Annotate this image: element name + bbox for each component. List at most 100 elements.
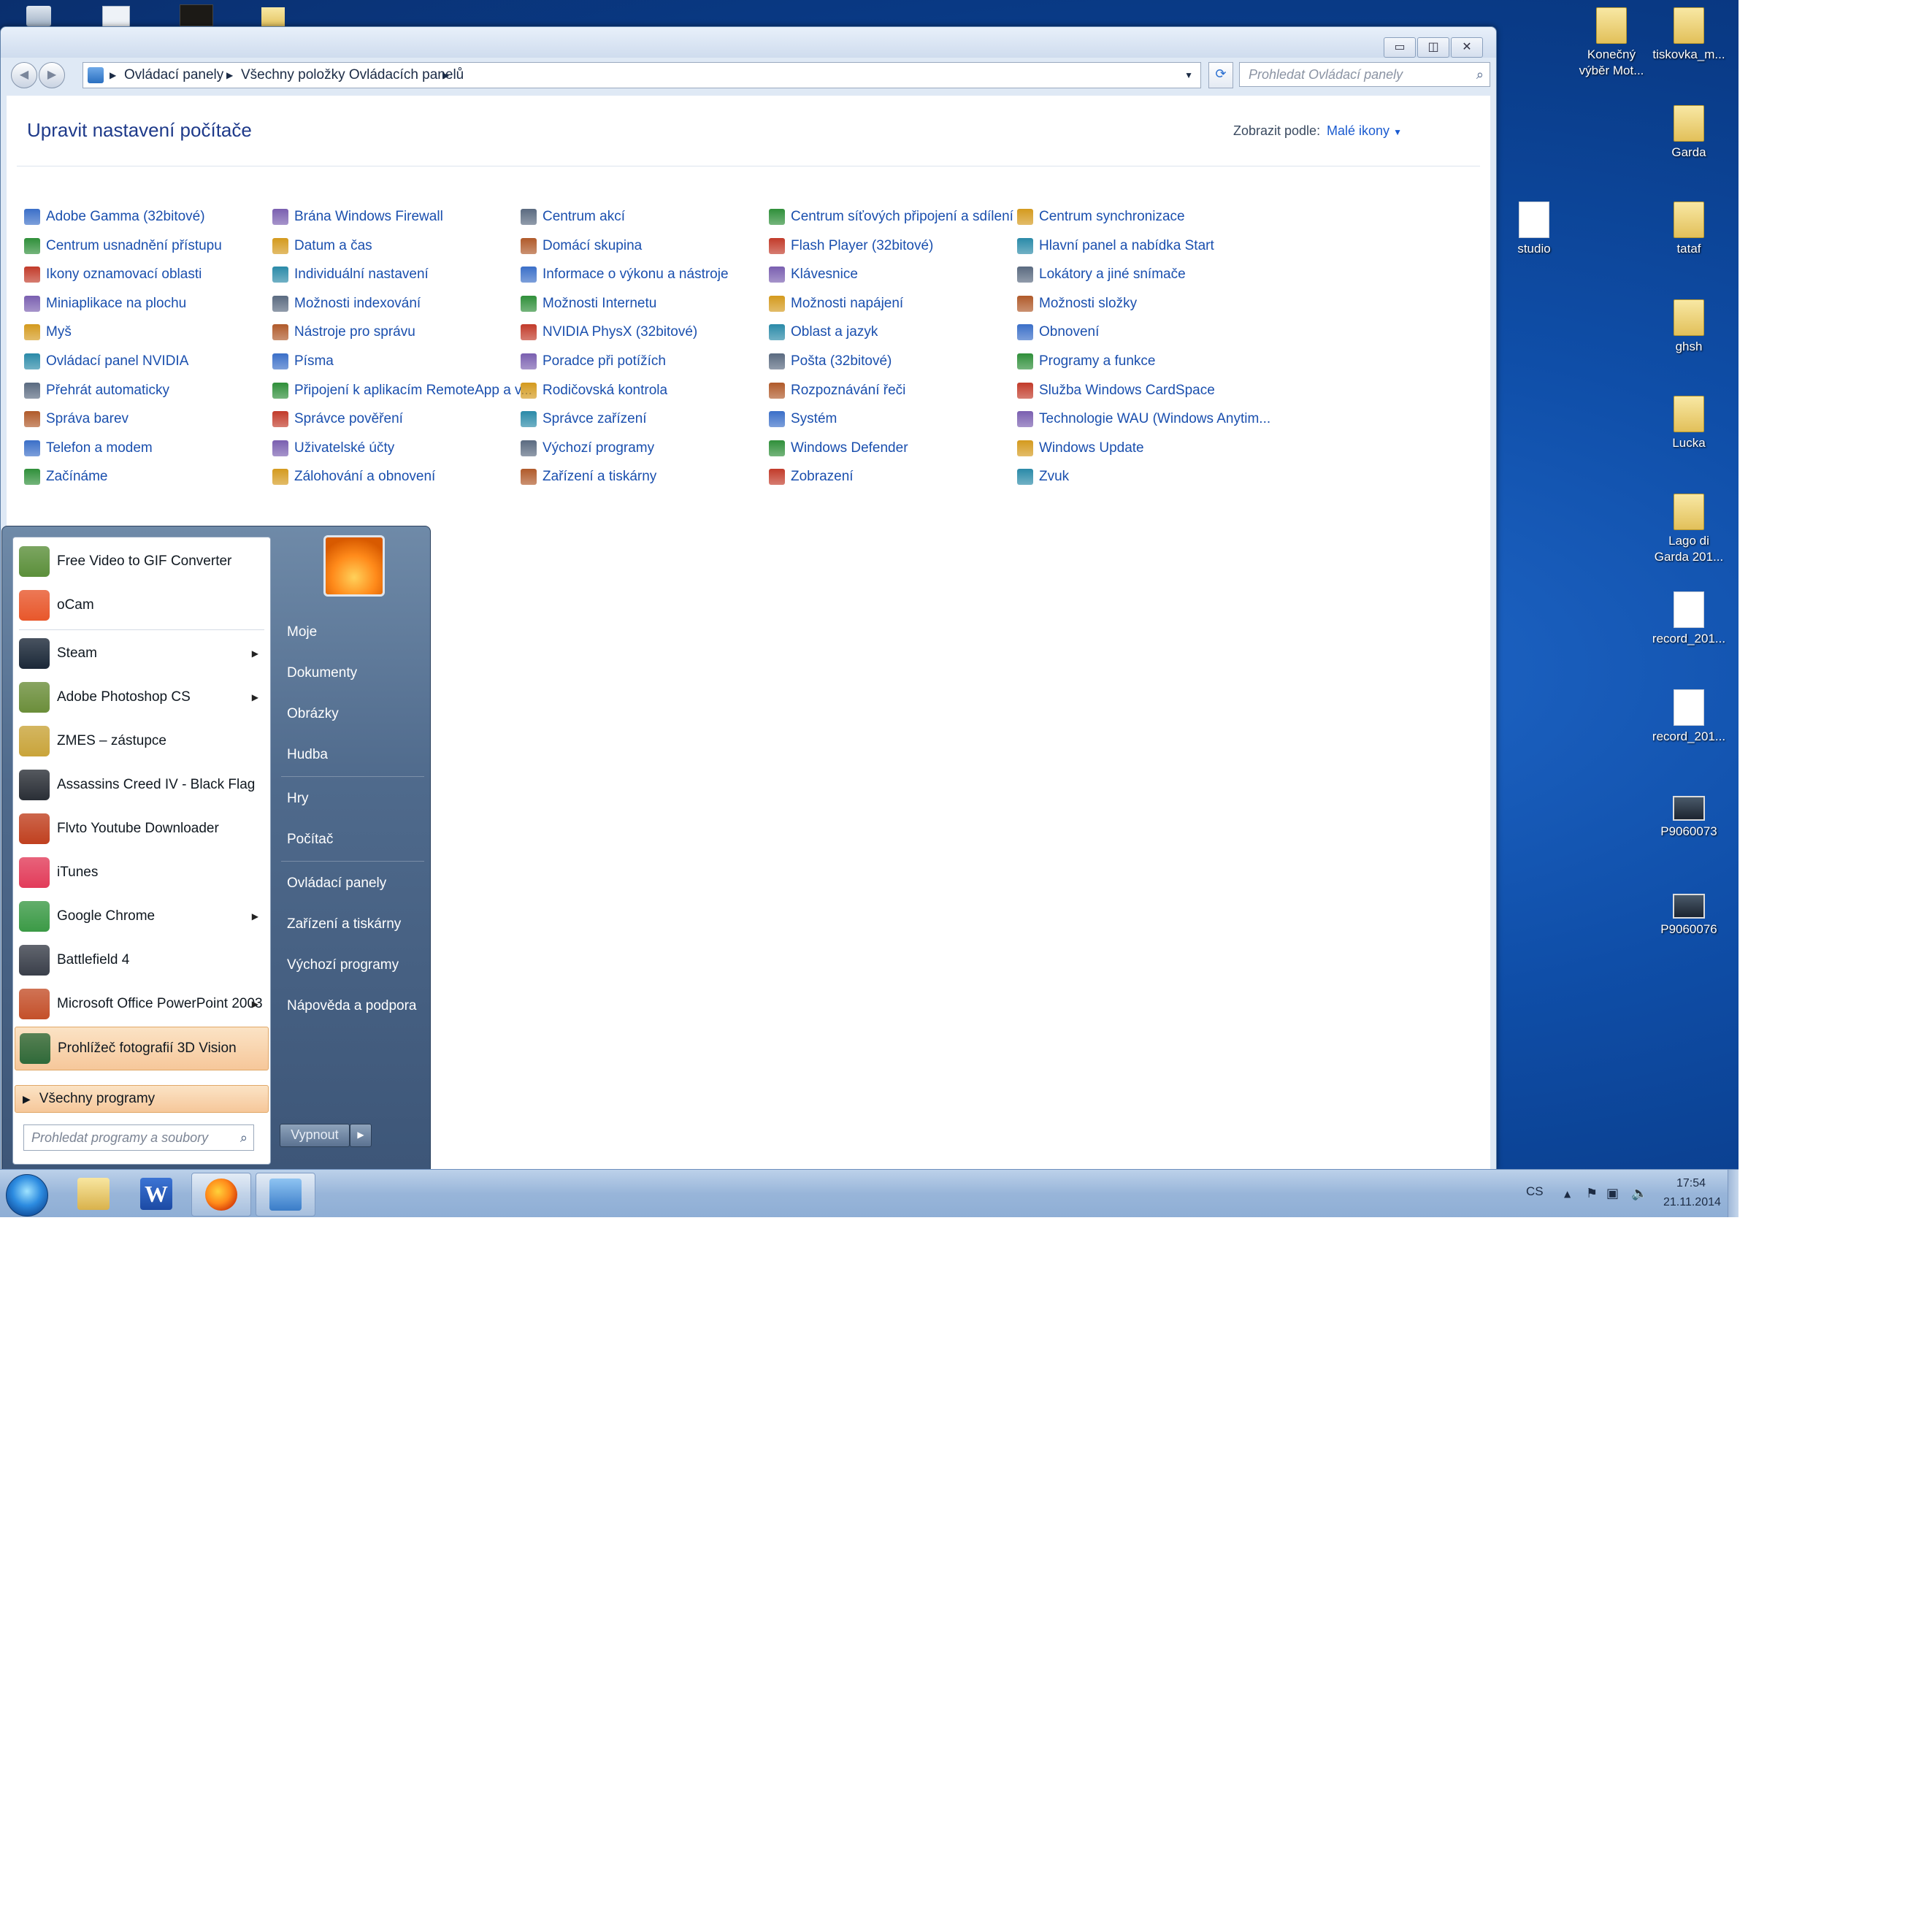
control-panel-item[interactable]: Systém (769, 406, 837, 432)
refresh-button[interactable]: ⟳ (1208, 62, 1233, 88)
control-panel-item[interactable]: Služba Windows CardSpace (1017, 378, 1215, 404)
start-menu-program[interactable]: Adobe Photoshop CS ▶ (15, 676, 267, 718)
control-panel-item[interactable]: Programy a funkce (1017, 348, 1155, 375)
control-panel-item[interactable]: Adobe Gamma (32bitové) (24, 204, 205, 230)
start-menu[interactable]: Free Video to GIF Converter oCam Steam ▶ Ado… (1, 526, 431, 1170)
control-panel-item[interactable]: Hlavní panel a nabídka Start (1017, 233, 1214, 259)
desktop-icon[interactable]: ghsh (1649, 299, 1729, 355)
control-panel-item[interactable]: Ovládací panel NVIDIA (24, 348, 188, 375)
network-icon[interactable]: ▣ (1606, 1186, 1619, 1201)
close-button[interactable]: ✕ (1451, 37, 1483, 58)
control-panel-item[interactable]: Informace o výkonu a nástroje (521, 261, 729, 288)
control-panel-item[interactable]: Centrum usnadnění přístupu (24, 233, 222, 259)
control-panel-item[interactable]: Připojení k aplikacím RemoteApp a v... (272, 378, 532, 404)
control-panel-item[interactable]: Centrum síťových připojení a sdílení (769, 204, 1013, 230)
control-panel-item[interactable]: Rozpoznávání řeči (769, 378, 905, 404)
address-dropdown-icon[interactable]: ▼ (1184, 70, 1193, 80)
shutdown-options-button[interactable]: ▶ (350, 1124, 372, 1147)
show-desktop-button[interactable] (1728, 1170, 1739, 1217)
taskbar-firefox[interactable] (191, 1173, 251, 1216)
clock-date[interactable]: 21.11.2014 (1663, 1196, 1721, 1209)
control-panel-item[interactable]: Začínáme (24, 464, 107, 490)
start-menu-program[interactable]: Flvto Youtube Downloader (15, 808, 267, 850)
shutdown-button[interactable]: Vypnout (280, 1124, 350, 1147)
submenu-arrow-icon[interactable]: ▶ (252, 911, 258, 921)
control-panel-item[interactable]: Telefon a modem (24, 435, 153, 461)
control-panel-item[interactable]: Individuální nastavení (272, 261, 429, 288)
control-panel-item[interactable]: Výchozí programy (521, 435, 654, 461)
start-menu-link[interactable]: Hry (287, 791, 309, 807)
desktop-icon[interactable]: P9060073 (1649, 786, 1729, 840)
view-by-dropdown[interactable]: Malé ikony ▼ (1327, 123, 1402, 139)
control-panel-item[interactable]: Datum a čas (272, 233, 372, 259)
folder-icon[interactable] (261, 7, 285, 28)
desktop-icon[interactable]: studio (1494, 202, 1574, 257)
show-hidden-icons-icon[interactable]: ▲ (1564, 1189, 1571, 1199)
control-panel-item[interactable]: Flash Player (32bitové) (769, 233, 933, 259)
submenu-arrow-icon[interactable]: ▶ (252, 648, 258, 659)
clock-time[interactable]: 17:54 (1676, 1177, 1706, 1190)
control-panel-item[interactable]: Miniaplikace na plochu (24, 291, 186, 317)
start-menu-link[interactable]: Hudba (287, 747, 328, 763)
control-panel-item[interactable]: Možnosti Internetu (521, 291, 656, 317)
control-panel-item[interactable]: Technologie WAU (Windows Anytim... (1017, 406, 1270, 432)
desktop-icon[interactable]: P9060076 (1649, 884, 1729, 938)
game-cover-icon[interactable] (180, 4, 213, 26)
desktop-icon[interactable]: tiskovka_m... (1649, 7, 1729, 63)
control-panel-item[interactable]: Windows Defender (769, 435, 908, 461)
control-panel-item[interactable]: Písma (272, 348, 334, 375)
control-panel-item[interactable]: Správce pověření (272, 406, 403, 432)
control-panel-item[interactable]: Myš (24, 319, 72, 345)
control-panel-item[interactable]: Možnosti indexování (272, 291, 421, 317)
start-menu-link[interactable]: Nápověda a podpora (287, 998, 416, 1014)
forward-button[interactable]: ▶ (39, 62, 65, 88)
desktop-icon[interactable]: record_201... (1649, 689, 1729, 745)
desktop-icon[interactable]: tataf (1649, 202, 1729, 257)
control-panel-item[interactable]: NVIDIA PhysX (32bitové) (521, 319, 697, 345)
start-menu-program[interactable]: oCam (15, 584, 267, 626)
start-menu-program[interactable]: Google Chrome ▶ (15, 895, 267, 938)
language-indicator[interactable]: CS (1526, 1184, 1544, 1199)
control-panel-item[interactable]: Přehrát automaticky (24, 378, 169, 404)
start-menu-program[interactable]: Assassins Creed IV - Black Flag (15, 764, 267, 806)
start-menu-link[interactable]: Dokumenty (287, 665, 357, 681)
control-panel-item[interactable]: Ikony oznamovací oblasti (24, 261, 202, 288)
control-panel-item[interactable]: Zvuk (1017, 464, 1069, 490)
start-menu-program[interactable]: Prohlížeč fotografií 3D Vision (15, 1027, 269, 1070)
start-menu-link[interactable]: Výchozí programy (287, 957, 399, 973)
title-bar[interactable]: ▭ ◫ ✕ (1, 27, 1496, 58)
control-panel-item[interactable]: Centrum synchronizace (1017, 204, 1185, 230)
control-panel-item[interactable]: Zobrazení (769, 464, 854, 490)
start-menu-program[interactable]: Free Video to GIF Converter (15, 540, 267, 583)
control-panel-item[interactable]: Brána Windows Firewall (272, 204, 443, 230)
desktop-icon[interactable]: Lucka (1649, 396, 1729, 451)
desktop-icon[interactable]: Lago di Garda 201... (1649, 494, 1729, 565)
submenu-arrow-icon[interactable]: ▶ (252, 692, 258, 702)
recycle-bin-icon[interactable] (26, 6, 51, 26)
control-panel-item[interactable]: Obnovení (1017, 319, 1099, 345)
document-icon[interactable] (102, 6, 130, 28)
control-panel-item[interactable]: Poradce při potížích (521, 348, 666, 375)
start-menu-program[interactable]: Steam ▶ (15, 632, 267, 675)
minimize-button[interactable]: ▭ (1384, 37, 1416, 58)
start-menu-program[interactable]: iTunes (15, 851, 267, 894)
start-menu-program[interactable]: Microsoft Office PowerPoint 2003 ▶ (15, 983, 267, 1025)
control-panel-item[interactable]: Rodičovská kontrola (521, 378, 667, 404)
search-control-panel-input[interactable]: Prohledat Ovládací panely ⌕ (1239, 62, 1490, 87)
user-picture[interactable] (323, 535, 385, 597)
start-menu-link[interactable]: Moje (287, 624, 317, 640)
start-menu-link[interactable]: Počítač (287, 832, 333, 848)
desktop[interactable]: Konečný výběr Mot... tiskovka_m... Garda stu… (0, 0, 1739, 1217)
volume-icon[interactable]: 🔈 (1631, 1186, 1647, 1201)
taskbar-control-panel[interactable] (256, 1173, 315, 1216)
start-menu-program[interactable]: Battlefield 4 (15, 939, 267, 981)
start-button[interactable] (6, 1174, 48, 1216)
control-panel-item[interactable]: Klávesnice (769, 261, 858, 288)
back-button[interactable]: ◀ (11, 62, 37, 88)
control-panel-item[interactable]: Nástroje pro správu (272, 319, 415, 345)
control-panel-item[interactable]: Lokátory a jiné snímače (1017, 261, 1186, 288)
desktop-icon[interactable]: Garda (1649, 105, 1729, 161)
action-center-flag-icon[interactable]: ⚑ (1586, 1186, 1598, 1201)
breadcrumb-item[interactable]: Všechny položky Ovládacích panelů (241, 67, 464, 83)
all-programs-button[interactable]: ▶ Všechny programy (15, 1085, 269, 1113)
